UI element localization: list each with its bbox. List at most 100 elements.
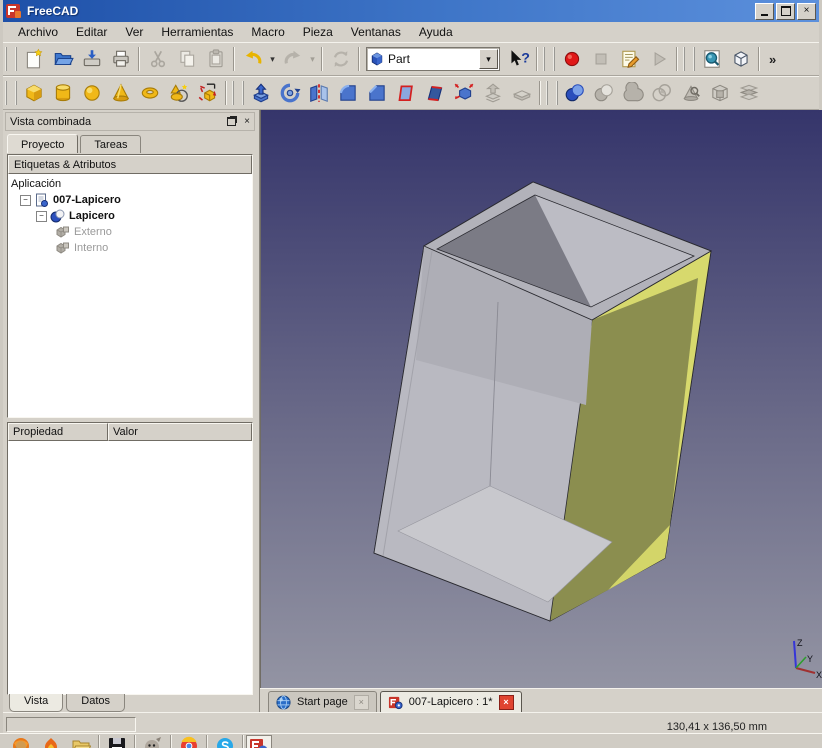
redo-button[interactable] — [278, 45, 307, 73]
whats-this-button[interactable]: ? — [503, 45, 533, 73]
menu-herramientas[interactable]: Herramientas — [152, 23, 242, 41]
column-propiedad[interactable]: Propiedad — [8, 423, 108, 441]
toolbar-handle[interactable] — [232, 81, 244, 105]
macro-play-button[interactable] — [644, 45, 673, 73]
macro-edit-button[interactable] — [615, 45, 644, 73]
menu-ver[interactable]: Ver — [116, 23, 152, 41]
part-cylinder-button[interactable] — [48, 79, 77, 107]
part-cone-button[interactable] — [106, 79, 135, 107]
boolean-button[interactable] — [560, 79, 589, 107]
pen-holder-model[interactable] — [374, 182, 711, 621]
print-button[interactable] — [106, 45, 135, 73]
menu-ventanas[interactable]: Ventanas — [342, 23, 410, 41]
collapse-expander[interactable]: − — [20, 195, 31, 206]
sphere-icon — [81, 82, 103, 104]
copy-button[interactable] — [172, 45, 201, 73]
3d-viewport[interactable]: Z Y X — [260, 110, 822, 688]
tab-start-page-close-button[interactable]: × — [354, 695, 369, 710]
taskbar-folder-icon[interactable] — [71, 736, 91, 748]
tab-vista[interactable]: Vista — [9, 694, 63, 712]
dock-float-button[interactable] — [224, 115, 238, 128]
tab-tareas[interactable]: Tareas — [80, 135, 141, 153]
ruled-surface-button[interactable] — [420, 79, 449, 107]
boolean-intersection-button[interactable] — [647, 79, 676, 107]
taskbar-disk-icon[interactable] — [107, 736, 127, 748]
undo-dropdown[interactable]: ▾ — [267, 54, 278, 65]
fit-all-button[interactable] — [697, 45, 726, 73]
dock-close-button[interactable]: × — [240, 115, 254, 128]
tree-item-externo[interactable]: Externo — [11, 224, 252, 240]
close-button[interactable]: × — [797, 3, 816, 20]
cut-button[interactable] — [143, 45, 172, 73]
minimize-button[interactable] — [755, 3, 774, 20]
menu-ayuda[interactable]: Ayuda — [410, 23, 462, 41]
tree-item-body[interactable]: − Lapicero — [11, 208, 252, 224]
maximize-button[interactable] — [776, 3, 795, 20]
draw-style-button[interactable] — [726, 45, 755, 73]
part-primitives-button[interactable] — [164, 79, 193, 107]
taskbar-chrome-icon[interactable] — [179, 736, 199, 748]
tab-datos[interactable]: Datos — [66, 694, 125, 712]
taskbar-gimp-icon[interactable] — [143, 736, 163, 748]
toolbar-handle[interactable] — [5, 47, 17, 71]
extrude-button[interactable] — [246, 79, 275, 107]
compound-button[interactable] — [705, 79, 734, 107]
shape-builder-button[interactable] — [193, 79, 222, 107]
tree-item-document[interactable]: − 007-Lapicero — [11, 192, 252, 208]
part-box-button[interactable] — [19, 79, 48, 107]
revolve-button[interactable] — [275, 79, 304, 107]
part-sphere-button[interactable] — [77, 79, 106, 107]
paste-button[interactable] — [201, 45, 230, 73]
menu-editar[interactable]: Editar — [67, 23, 116, 41]
cross-sections-button[interactable] — [734, 79, 763, 107]
tree-panel: Etiquetas & Atributos Aplicación − 007-L… — [7, 154, 253, 418]
part-torus-button[interactable] — [135, 79, 164, 107]
toolbar-handle[interactable] — [5, 81, 17, 105]
workbench-selector[interactable]: Part ▾ — [366, 47, 500, 71]
tab-document[interactable]: 007-Lapicero : 1* × — [380, 691, 522, 712]
toolbar-separator — [676, 47, 678, 71]
sweep-button[interactable] — [507, 79, 536, 107]
open-file-button[interactable] — [48, 45, 77, 73]
offset-button[interactable] — [449, 79, 478, 107]
dock-tabs: Proyecto Tareas — [7, 132, 143, 153]
tab-proyecto[interactable]: Proyecto — [7, 134, 78, 153]
toolbar-handle[interactable] — [546, 81, 558, 105]
column-valor[interactable]: Valor — [108, 423, 252, 441]
check-geometry-button[interactable] — [676, 79, 705, 107]
fillet-button[interactable] — [333, 79, 362, 107]
tree-root[interactable]: Aplicación — [11, 176, 252, 192]
tab-document-close-button[interactable]: × — [499, 695, 514, 710]
undo-button[interactable] — [238, 45, 267, 73]
make-face-button[interactable] — [391, 79, 420, 107]
boolean-union-button[interactable] — [618, 79, 647, 107]
toolbar-handle[interactable] — [683, 47, 695, 71]
chamfer-button[interactable] — [362, 79, 391, 107]
collapse-expander[interactable]: − — [36, 211, 47, 222]
taskbar-browser-icon[interactable] — [11, 736, 31, 748]
property-grid-body[interactable] — [8, 441, 252, 712]
refresh-button[interactable] — [326, 45, 355, 73]
macro-record-button[interactable] — [557, 45, 586, 73]
redo-dropdown[interactable]: ▾ — [307, 54, 318, 65]
menu-macro[interactable]: Macro — [242, 23, 293, 41]
tab-start-page-label: Start page — [297, 696, 348, 708]
whats-this-icon: ? — [506, 48, 530, 70]
3d-scene[interactable]: Z Y X — [261, 110, 822, 688]
tab-start-page[interactable]: Start page × — [268, 691, 377, 712]
save-button[interactable] — [77, 45, 106, 73]
tree-item-interno[interactable]: Interno — [11, 240, 252, 256]
taskbar-active-app[interactable] — [246, 735, 272, 748]
toolbar-overflow-button[interactable]: » — [769, 52, 776, 67]
menu-pieza[interactable]: Pieza — [294, 23, 342, 41]
workbench-dropdown-button[interactable]: ▾ — [479, 49, 498, 69]
new-document-button[interactable] — [19, 45, 48, 73]
boolean-cut-button[interactable] — [589, 79, 618, 107]
taskbar-app-icon[interactable] — [41, 736, 61, 748]
toolbar-handle[interactable] — [543, 47, 555, 71]
macro-stop-button[interactable] — [586, 45, 615, 73]
menu-archivo[interactable]: Archivo — [9, 23, 67, 41]
loft-button[interactable] — [478, 79, 507, 107]
taskbar-skype-icon[interactable] — [215, 736, 235, 748]
mirror-button[interactable] — [304, 79, 333, 107]
